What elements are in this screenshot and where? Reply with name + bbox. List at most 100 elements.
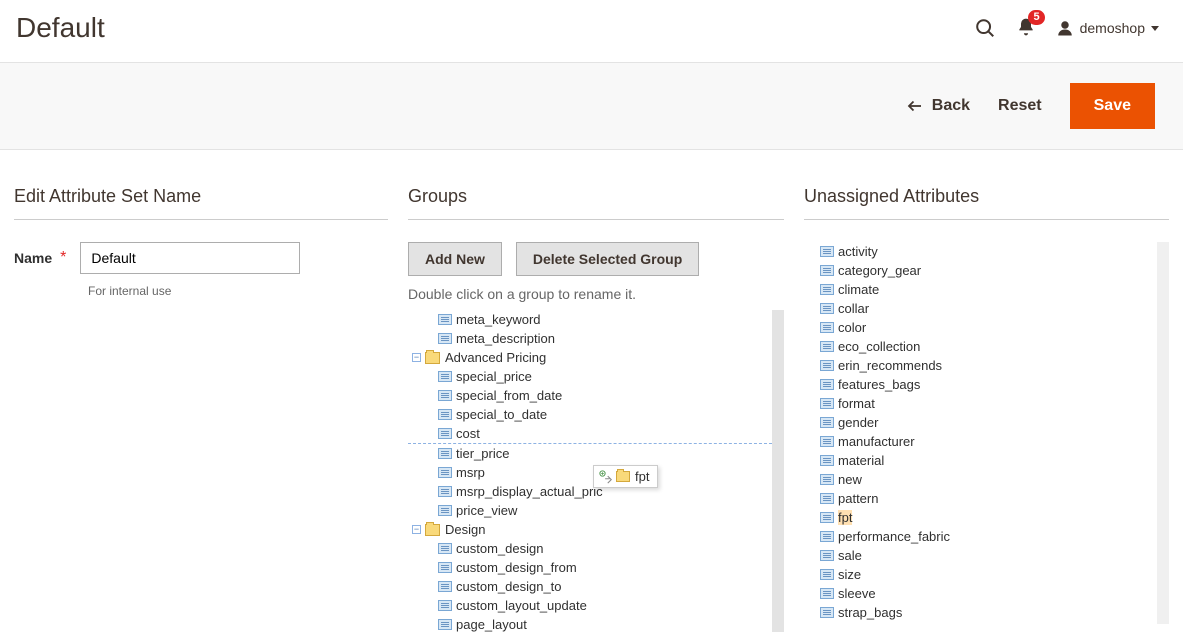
attribute-icon <box>438 619 452 630</box>
unassigned-item-label: gender <box>838 415 878 430</box>
name-field[interactable] <box>80 242 300 274</box>
attribute-icon <box>438 428 452 439</box>
tree-item-label: page_layout <box>456 617 527 632</box>
tree-attribute[interactable]: price_view <box>408 501 772 520</box>
tree-item-label: msrp <box>456 465 485 480</box>
tree-attribute[interactable]: special_from_date <box>408 386 772 405</box>
unassigned-item-label: collar <box>838 301 869 316</box>
unassigned-attribute[interactable]: sleeve <box>820 584 1157 603</box>
unassigned-attribute[interactable]: format <box>820 394 1157 413</box>
delete-group-button[interactable]: Delete Selected Group <box>516 242 699 276</box>
tree-attribute[interactable]: special_to_date <box>408 405 772 424</box>
tree-group[interactable]: −Advanced Pricing <box>408 348 772 367</box>
collapse-toggle-icon[interactable]: − <box>412 353 421 362</box>
tree-attribute[interactable]: page_layout <box>408 615 772 632</box>
tree-attribute[interactable]: special_price <box>408 367 772 386</box>
unassigned-item-label: sale <box>838 548 862 563</box>
unassigned-attribute[interactable]: features_bags <box>820 375 1157 394</box>
unassigned-attribute[interactable]: fpt <box>820 508 1157 527</box>
attribute-icon <box>438 505 452 516</box>
unassigned-item-label: erin_recommends <box>838 358 942 373</box>
unassigned-section-title: Unassigned Attributes <box>804 186 1169 220</box>
tree-item-label: custom_design_from <box>456 560 577 575</box>
tree-attribute[interactable]: custom_layout_update <box>408 596 772 615</box>
attribute-icon <box>820 322 834 333</box>
reset-button[interactable]: Reset <box>998 97 1042 115</box>
unassigned-attribute[interactable]: pattern <box>820 489 1157 508</box>
tree-attribute[interactable]: cost <box>408 424 772 443</box>
attribute-icon <box>820 360 834 371</box>
unassigned-item-label: climate <box>838 282 879 297</box>
unassigned-list[interactable]: activitycategory_gearclimatecollarcolore… <box>804 242 1169 624</box>
collapse-toggle-icon[interactable]: − <box>412 525 421 534</box>
attribute-icon <box>438 448 452 459</box>
attribute-icon <box>820 474 834 485</box>
unassigned-attribute[interactable]: climate <box>820 280 1157 299</box>
tree-attribute[interactable]: msrp_display_actual_pric <box>408 482 772 501</box>
unassigned-attribute[interactable]: erin_recommends <box>820 356 1157 375</box>
required-star-icon: * <box>60 250 66 266</box>
attribute-icon <box>820 607 834 618</box>
unassigned-item-label: size <box>838 567 861 582</box>
attribute-icon <box>820 455 834 466</box>
attribute-icon <box>438 390 452 401</box>
attribute-icon <box>438 581 452 592</box>
unassigned-item-label: features_bags <box>838 377 920 392</box>
add-new-group-button[interactable]: Add New <box>408 242 502 276</box>
attribute-icon <box>820 436 834 447</box>
tree-attribute[interactable]: meta_keyword <box>408 310 772 329</box>
tree-item-label: cost <box>456 426 480 441</box>
attribute-icon <box>820 569 834 580</box>
save-button[interactable]: Save <box>1070 83 1155 129</box>
unassigned-item-label: fpt <box>838 510 852 525</box>
unassigned-item-label: format <box>838 396 875 411</box>
attribute-icon <box>820 588 834 599</box>
tree-attribute[interactable]: tier_price <box>408 444 772 463</box>
tree-item-label: custom_design <box>456 541 543 556</box>
tree-item-label: tier_price <box>456 446 509 461</box>
unassigned-attribute[interactable]: material <box>820 451 1157 470</box>
tree-attribute[interactable]: custom_design_to <box>408 577 772 596</box>
tree-attribute[interactable]: custom_design <box>408 539 772 558</box>
unassigned-item-label: activity <box>838 244 878 259</box>
unassigned-attribute[interactable]: strap_bags <box>820 603 1157 622</box>
tree-item-label: msrp_display_actual_pric <box>456 484 603 499</box>
attribute-icon <box>820 284 834 295</box>
search-icon[interactable] <box>974 17 996 39</box>
unassigned-attribute[interactable]: eco_collection <box>820 337 1157 356</box>
tree-attribute[interactable]: meta_description <box>408 329 772 348</box>
tree-attribute[interactable]: msrp <box>408 463 772 482</box>
user-menu[interactable]: demoshop <box>1056 19 1159 37</box>
unassigned-attribute[interactable]: sale <box>820 546 1157 565</box>
unassigned-item-label: material <box>838 453 884 468</box>
unassigned-attribute[interactable]: collar <box>820 299 1157 318</box>
user-name-label: demoshop <box>1080 20 1145 36</box>
unassigned-attribute[interactable]: style_bags <box>820 622 1157 624</box>
tree-item-label: meta_keyword <box>456 312 541 327</box>
tree-item-label: Design <box>445 522 485 537</box>
unassigned-item-label: new <box>838 472 862 487</box>
unassigned-attribute[interactable]: size <box>820 565 1157 584</box>
unassigned-attribute[interactable]: new <box>820 470 1157 489</box>
attribute-icon <box>820 303 834 314</box>
attribute-icon <box>438 333 452 344</box>
tree-item-label: price_view <box>456 503 517 518</box>
attribute-icon <box>438 543 452 554</box>
attribute-icon <box>438 409 452 420</box>
tree-item-label: custom_design_to <box>456 579 562 594</box>
attribute-icon <box>820 341 834 352</box>
attribute-icon <box>438 371 452 382</box>
attribute-icon <box>438 467 452 478</box>
tree-group[interactable]: − Design <box>408 520 772 539</box>
unassigned-attribute[interactable]: color <box>820 318 1157 337</box>
unassigned-attribute[interactable]: category_gear <box>820 261 1157 280</box>
unassigned-attribute[interactable]: performance_fabric <box>820 527 1157 546</box>
unassigned-attribute[interactable]: gender <box>820 413 1157 432</box>
unassigned-attribute[interactable]: activity <box>820 242 1157 261</box>
back-button[interactable]: Back <box>906 97 970 115</box>
notifications-button[interactable]: 5 <box>1016 17 1036 40</box>
unassigned-attribute[interactable]: manufacturer <box>820 432 1157 451</box>
tree-attribute[interactable]: custom_design_from <box>408 558 772 577</box>
name-field-label: Name <box>14 250 52 266</box>
drag-ghost-label: fpt <box>635 469 649 484</box>
